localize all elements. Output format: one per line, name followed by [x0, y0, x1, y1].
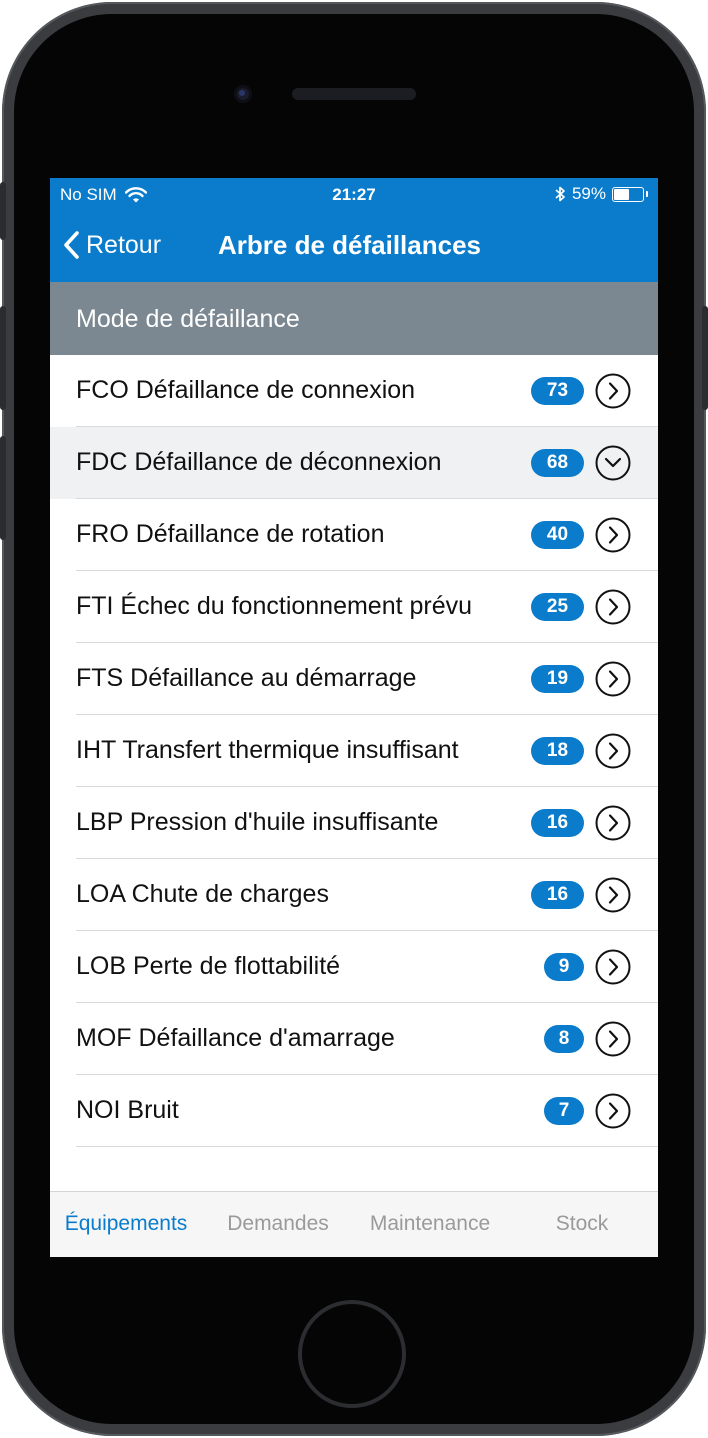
- count-badge: 9: [544, 953, 584, 981]
- list-item-label: NOI Bruit: [76, 1096, 179, 1124]
- list-item[interactable]: FCO Défaillance de connexion 73: [50, 355, 658, 427]
- list-item[interactable]: MOF Défaillance d'amarrage 8: [50, 1003, 658, 1075]
- chevron-right-circle-icon[interactable]: [595, 805, 631, 841]
- list-item[interactable]: LOA Chute de charges 16: [50, 859, 658, 931]
- bluetooth-icon: [555, 186, 565, 202]
- count-badge: 25: [531, 593, 584, 621]
- tab-demandes[interactable]: Demandes: [202, 1212, 354, 1236]
- home-button[interactable]: [298, 1300, 406, 1408]
- list-item-label: LBP Pression d'huile insuffisante: [76, 808, 439, 836]
- volume-down-button: [0, 436, 6, 540]
- back-label: Retour: [86, 230, 162, 259]
- tab-stock[interactable]: Stock: [506, 1212, 658, 1236]
- chevron-right-circle-icon[interactable]: [595, 1093, 631, 1129]
- count-badge: 8: [544, 1025, 584, 1053]
- list-item[interactable]: FTS Défaillance au démarrage 19: [50, 643, 658, 715]
- chevron-right-circle-icon[interactable]: [595, 949, 631, 985]
- chevron-right-circle-icon[interactable]: [595, 877, 631, 913]
- count-badge: 68: [531, 449, 584, 477]
- app-screen: No SIM 21:27 59% Retour Arbre de défaill…: [50, 178, 658, 1257]
- tab-bar: Équipements Demandes Maintenance Stock: [50, 1191, 658, 1257]
- list-item-label: LOB Perte de flottabilité: [76, 952, 341, 980]
- chevron-right-circle-icon[interactable]: [595, 1021, 631, 1057]
- list-item-label: FDC Défaillance de déconnexion: [76, 448, 442, 476]
- earpiece-speaker: [292, 88, 416, 100]
- battery-icon: [612, 186, 644, 202]
- page-title: Arbre de défaillances: [218, 230, 481, 260]
- mute-switch: [0, 182, 6, 240]
- chevron-left-icon: [64, 231, 79, 259]
- list-item[interactable]: LOB Perte de flottabilité 9: [50, 931, 658, 1003]
- chevron-right-circle-icon[interactable]: [595, 661, 631, 697]
- chevron-right-circle-icon[interactable]: [595, 733, 631, 769]
- chevron-right-circle-icon[interactable]: [595, 589, 631, 625]
- count-badge: 18: [531, 737, 584, 765]
- navigation-bar: Retour Arbre de défaillances: [50, 212, 658, 282]
- list-item-label: FTI Échec du fonctionnement prévu: [76, 592, 473, 620]
- tab-equipements[interactable]: Équipements: [50, 1212, 202, 1236]
- failure-mode-list: FCO Défaillance de connexion 73 FDC Défail…: [50, 355, 658, 1147]
- count-badge: 19: [531, 665, 584, 693]
- list-item-label: IHT Transfert thermique insuffisant: [76, 736, 459, 764]
- battery-nub: [646, 191, 648, 197]
- list-item-label: MOF Défaillance d'amarrage: [76, 1024, 395, 1052]
- count-badge: 7: [544, 1097, 584, 1125]
- list-item-label: FCO Défaillance de connexion: [76, 376, 416, 404]
- power-button: [702, 306, 708, 410]
- list-item[interactable]: NOI Bruit 7: [50, 1075, 658, 1147]
- chevron-down-circle-icon[interactable]: [595, 445, 631, 481]
- count-badge: 40: [531, 521, 584, 549]
- list-item-label: FRO Défaillance de rotation: [76, 520, 385, 548]
- list-item-label: LOA Chute de charges: [76, 880, 329, 908]
- list-item[interactable]: FTI Échec du fonctionnement prévu 25: [50, 571, 658, 643]
- list-item-label: FTS Défaillance au démarrage: [76, 664, 417, 692]
- back-button[interactable]: Retour: [62, 230, 161, 260]
- chevron-right-circle-icon[interactable]: [595, 373, 631, 409]
- chevron-right-circle-icon[interactable]: [595, 517, 631, 553]
- volume-up-button: [0, 306, 6, 410]
- front-camera-icon: [234, 85, 252, 103]
- list-item[interactable]: FRO Défaillance de rotation 40: [50, 499, 658, 571]
- status-bar: No SIM 21:27 59%: [50, 178, 658, 212]
- list-item[interactable]: FDC Défaillance de déconnexion 68: [50, 427, 658, 499]
- section-header: Mode de défaillance: [50, 282, 658, 355]
- count-badge: 73: [531, 377, 584, 405]
- list-item[interactable]: LBP Pression d'huile insuffisante 16: [50, 787, 658, 859]
- count-badge: 16: [531, 881, 584, 909]
- battery-percent: 59%: [571, 184, 606, 203]
- tab-maintenance[interactable]: Maintenance: [354, 1212, 506, 1236]
- count-badge: 16: [531, 809, 584, 837]
- section-title: Mode de défaillance: [76, 305, 300, 333]
- list-item[interactable]: IHT Transfert thermique insuffisant 18: [50, 715, 658, 787]
- status-right: 59%: [554, 184, 648, 204]
- battery-level: [614, 188, 629, 200]
